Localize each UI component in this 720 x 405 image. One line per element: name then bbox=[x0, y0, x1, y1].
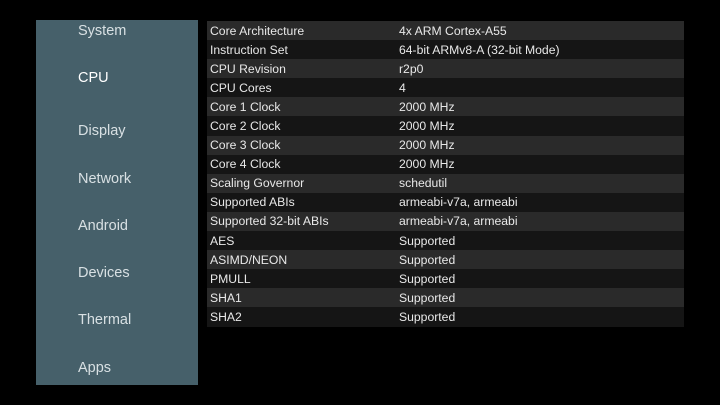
row-value: 2000 MHz bbox=[399, 99, 455, 114]
row-value: Supported bbox=[399, 252, 456, 267]
cpu-info-screen: System CPU Display Network Android Devic… bbox=[0, 0, 720, 405]
row-key: Scaling Governor bbox=[210, 176, 305, 191]
row-key: CPU Cores bbox=[210, 80, 272, 95]
row-value: schedutil bbox=[399, 176, 448, 191]
sidebar-nav: System CPU Display Network Android Devic… bbox=[36, 20, 198, 385]
table-row: ASIMD/NEON Supported bbox=[207, 250, 684, 270]
row-key: Core Architecture bbox=[210, 23, 305, 38]
sidebar-item-network[interactable]: Network bbox=[78, 171, 131, 187]
row-key: PMULL bbox=[210, 271, 251, 286]
row-key: Supported ABIs bbox=[210, 195, 295, 210]
row-value: 4x ARM Cortex-A55 bbox=[399, 23, 507, 38]
row-key: SHA2 bbox=[210, 309, 242, 324]
row-key: Instruction Set bbox=[210, 42, 288, 57]
table-row: Core Architecture 4x ARM Cortex-A55 bbox=[207, 21, 684, 41]
table-row: SHA1 Supported bbox=[207, 288, 684, 308]
row-value: Supported bbox=[399, 309, 456, 324]
row-key: AES bbox=[210, 233, 235, 248]
row-value: Supported bbox=[399, 271, 456, 286]
row-key: CPU Revision bbox=[210, 61, 286, 76]
table-row: PMULL Supported bbox=[207, 269, 684, 289]
row-key: Supported 32-bit ABIs bbox=[210, 214, 329, 229]
row-value: 2000 MHz bbox=[399, 157, 455, 172]
cpu-info-table: Core Architecture 4x ARM Cortex-A55 Inst… bbox=[207, 21, 684, 327]
sidebar-item-cpu[interactable]: CPU bbox=[78, 70, 109, 86]
row-value: armeabi-v7a, armeabi bbox=[399, 195, 518, 210]
row-value: 2000 MHz bbox=[399, 138, 455, 153]
table-row: AES Supported bbox=[207, 231, 684, 251]
row-value: 64-bit ARMv8-A (32-bit Mode) bbox=[399, 42, 560, 57]
row-key: Core 3 Clock bbox=[210, 138, 281, 153]
row-value: r2p0 bbox=[399, 61, 424, 76]
row-key: Core 1 Clock bbox=[210, 99, 281, 114]
row-value: 4 bbox=[399, 80, 406, 95]
table-row: Supported ABIs armeabi-v7a, armeabi bbox=[207, 192, 684, 212]
table-row: Core 3 Clock 2000 MHz bbox=[207, 135, 684, 155]
sidebar-item-apps[interactable]: Apps bbox=[78, 360, 111, 376]
row-value: armeabi-v7a, armeabi bbox=[399, 214, 518, 229]
row-value: Supported bbox=[399, 233, 456, 248]
table-row: Scaling Governor schedutil bbox=[207, 173, 684, 193]
table-row: SHA2 Supported bbox=[207, 307, 684, 327]
sidebar-item-system[interactable]: System bbox=[78, 23, 126, 39]
sidebar-item-display[interactable]: Display bbox=[78, 123, 126, 139]
sidebar-item-devices[interactable]: Devices bbox=[78, 265, 130, 281]
sidebar-item-android[interactable]: Android bbox=[78, 218, 128, 234]
table-row: Core 2 Clock 2000 MHz bbox=[207, 116, 684, 136]
table-row: CPU Revision r2p0 bbox=[207, 59, 684, 79]
table-row: Instruction Set 64-bit ARMv8-A (32-bit M… bbox=[207, 40, 684, 60]
table-row: Supported 32-bit ABIs armeabi-v7a, armea… bbox=[207, 211, 684, 232]
row-key: Core 4 Clock bbox=[210, 157, 281, 172]
row-key: Core 2 Clock bbox=[210, 119, 281, 134]
table-row: Core 1 Clock 2000 MHz bbox=[207, 97, 684, 117]
row-key: ASIMD/NEON bbox=[210, 252, 288, 267]
table-row: Core 4 Clock 2000 MHz bbox=[207, 154, 684, 174]
row-value: Supported bbox=[399, 290, 456, 305]
row-value: 2000 MHz bbox=[399, 119, 455, 134]
table-row: CPU Cores 4 bbox=[207, 78, 684, 98]
row-key: SHA1 bbox=[210, 290, 242, 305]
sidebar-item-thermal[interactable]: Thermal bbox=[78, 312, 131, 328]
